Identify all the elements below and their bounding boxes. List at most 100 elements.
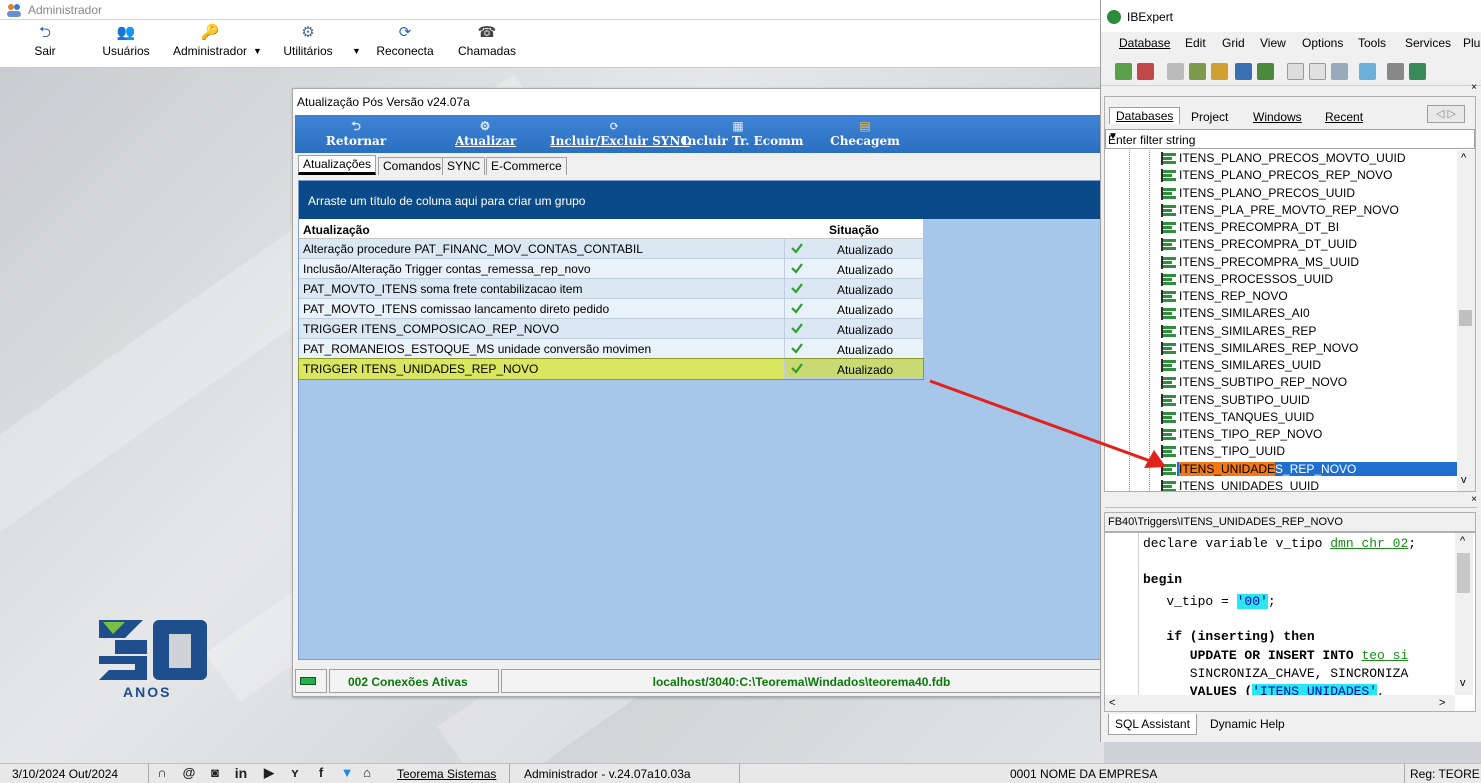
table-row[interactable]: PAT_MOVTO_ITENS soma frete contabilizaca…: [299, 279, 923, 299]
main-toolbar: ⮌ Sair 👥 Usuários 🔑 Administrador ▼ ⚙ Ut…: [0, 20, 1100, 68]
tab-recent[interactable]: Recent: [1319, 109, 1369, 125]
splitter[interactable]: ×: [1105, 494, 1477, 508]
menu-grid[interactable]: Grid: [1222, 36, 1245, 50]
unregister-db-icon[interactable]: [1137, 63, 1154, 80]
ibexpert-title: IBExpert: [1127, 10, 1174, 24]
database-path: localhost/3040:C:\Teorema\Windados\teore…: [501, 669, 1102, 693]
tab-sync[interactable]: SYNC: [442, 157, 486, 175]
tab-ecommerce[interactable]: E-Commerce: [486, 157, 567, 175]
trigger-icon: [1161, 479, 1176, 491]
reconnect-icon[interactable]: [1211, 63, 1228, 80]
headset-icon[interactable]: ∩: [155, 766, 169, 780]
teorema-icon[interactable]: ▼: [340, 766, 354, 780]
tab-sql-assistant[interactable]: SQL Assistant: [1108, 714, 1197, 735]
db-properties-icon[interactable]: [1409, 63, 1426, 80]
checkmark-icon: [791, 283, 803, 294]
tab-comandos[interactable]: Comandos: [378, 157, 447, 175]
administrador-button[interactable]: 🔑 Administrador: [170, 24, 250, 58]
key-icon: 🔑: [200, 24, 220, 41]
updates-grid[interactable]: Arraste um título de coluna aqui para cr…: [298, 180, 1102, 660]
grid-header: Atualização Situação: [299, 219, 923, 239]
disconnect-icon[interactable]: [1189, 63, 1206, 80]
ibexpert-window: IBExpert Database Edit Grid View Options…: [1100, 0, 1481, 742]
dialog-title-bar[interactable]: Atualização Pós Versão v24.07a: [293, 89, 1102, 115]
filter-dropdown-icon[interactable]: ▼: [1108, 131, 1471, 142]
menu-view[interactable]: View: [1260, 36, 1286, 50]
new-view-icon[interactable]: [1309, 63, 1326, 80]
register-db-icon[interactable]: [1115, 63, 1132, 80]
toolbar-close-icon[interactable]: ×: [1105, 82, 1477, 94]
table-row[interactable]: Inclusão/Alteração Trigger contas_remess…: [299, 259, 923, 279]
menu-plugins[interactable]: Plu: [1463, 36, 1480, 50]
column-header-situacao[interactable]: Situação: [829, 223, 879, 237]
retornar-button[interactable]: ⮌ Retornar: [325, 119, 387, 148]
administrador-dropdown-icon[interactable]: ▼: [253, 46, 262, 56]
linkedin-icon[interactable]: in: [234, 766, 248, 780]
trigger-code-editor[interactable]: declare variable v_tipo dmn_chr_02; begi…: [1104, 532, 1476, 712]
trigger-icon: [1161, 169, 1176, 183]
tree-scrollbar[interactable]: ^ v: [1457, 150, 1475, 491]
checkmark-icon: [791, 343, 803, 354]
chamadas-button[interactable]: ☎ Chamadas: [456, 24, 518, 58]
table-row[interactable]: Alteração procedure PAT_FINANC_MOV_CONTA…: [299, 239, 923, 259]
gear-icon: ⚙: [479, 119, 491, 133]
menu-services[interactable]: Services: [1405, 36, 1451, 50]
menu-options[interactable]: Options: [1302, 36, 1343, 50]
menu-tools[interactable]: Tools: [1358, 36, 1386, 50]
new-procedure-icon[interactable]: [1331, 63, 1348, 80]
users-label: Usuários: [102, 44, 150, 58]
column-header-atualizacao[interactable]: Atualização: [303, 223, 370, 237]
atualizar-button[interactable]: ⚙ Atualizar: [455, 119, 516, 148]
sql-script-icon[interactable]: [1257, 63, 1274, 80]
new-table-icon[interactable]: [1287, 63, 1304, 80]
graduation-icon[interactable]: ⌂: [360, 766, 374, 780]
table-row[interactable]: PAT_MOVTO_ITENS comissao lancamento dire…: [299, 299, 923, 319]
extract-metadata-icon[interactable]: [1387, 63, 1404, 80]
table-row[interactable]: TRIGGER ITENS_UNIDADES_REP_NOVO Atualizad…: [298, 358, 924, 380]
new-trigger-icon[interactable]: [1359, 63, 1376, 80]
trigger-icon: [1161, 445, 1176, 459]
table-row[interactable]: TRIGGER ITENS_COMPOSICAO_REP_NOVO Atualiz…: [299, 319, 923, 339]
utilitarios-button[interactable]: ⚙ Utilitários: [280, 24, 336, 58]
users-button[interactable]: 👥 Usuários: [98, 24, 154, 58]
checkmark-icon: [791, 263, 803, 274]
tree-scroll-thumb[interactable]: [1459, 310, 1472, 326]
status-cell: Atualizado: [836, 363, 894, 377]
tree-item-label: ITENS_SUBTIPO_UUID: [1179, 392, 1310, 407]
logo-text: ANOS: [123, 684, 172, 700]
twitter-icon[interactable]: ʏ: [288, 766, 302, 780]
anniversary-logo: ANOS: [95, 616, 213, 708]
tab-atualizacoes[interactable]: Atualizações: [298, 155, 377, 175]
teorema-link[interactable]: Teorema Sistemas: [397, 767, 496, 781]
at-sign-icon[interactable]: @: [182, 766, 196, 780]
utilitarios-dropdown-icon[interactable]: ▼: [352, 46, 361, 56]
group-by-area[interactable]: Arraste um título de coluna aqui para cr…: [299, 181, 1101, 219]
editor-vertical-scrollbar[interactable]: ^ v: [1455, 533, 1473, 695]
tab-windows[interactable]: Windows: [1247, 109, 1308, 125]
menu-edit[interactable]: Edit: [1185, 36, 1206, 50]
incluir-tr-ecomm-button[interactable]: ▦ Incluir Tr. Ecomm: [682, 119, 803, 148]
object-tree[interactable]: ITENS_PLANO_PRECOS_MOVTO_UUID ITENS_PLANO…: [1105, 150, 1457, 491]
filter-input[interactable]: Enter filter string ▼: [1105, 129, 1475, 149]
connect-icon[interactable]: [1167, 63, 1184, 80]
editor-scroll-thumb[interactable]: [1457, 553, 1470, 593]
table-row[interactable]: PAT_ROMANEIOS_ESTOQUE_MS unidade convers…: [299, 339, 923, 359]
tab-databases[interactable]: Databases: [1109, 107, 1181, 124]
tab-dynamic-help[interactable]: Dynamic Help: [1204, 714, 1291, 734]
facebook-icon[interactable]: f: [314, 766, 328, 780]
youtube-icon[interactable]: ▶: [262, 766, 276, 780]
checagem-button[interactable]: ▤ Checagem: [829, 119, 901, 148]
incluir-excluir-sync-button[interactable]: ⟳ Incluir/Excluir SYNC: [550, 119, 690, 148]
ibexpert-title-bar[interactable]: IBExpert: [1101, 0, 1481, 32]
tab-scroll-arrows-icon[interactable]: ◁ ▷: [1427, 105, 1465, 123]
active-connections: 002 Conexões Ativas: [329, 669, 499, 693]
tab-project[interactable]: Project: [1185, 109, 1234, 125]
exit-button[interactable]: ⮌ Sair: [26, 24, 64, 58]
editor-horizontal-scrollbar[interactable]: < >: [1105, 695, 1455, 711]
users-icon: 👥: [116, 24, 136, 41]
instagram-icon[interactable]: ◙: [208, 766, 222, 780]
menu-database[interactable]: Database: [1119, 36, 1170, 50]
sql-editor-icon[interactable]: [1235, 63, 1252, 80]
reconecta-button[interactable]: ⟳ Reconecta: [372, 24, 438, 58]
version-label: Administrador - v.24.07a10.03a: [524, 767, 691, 781]
